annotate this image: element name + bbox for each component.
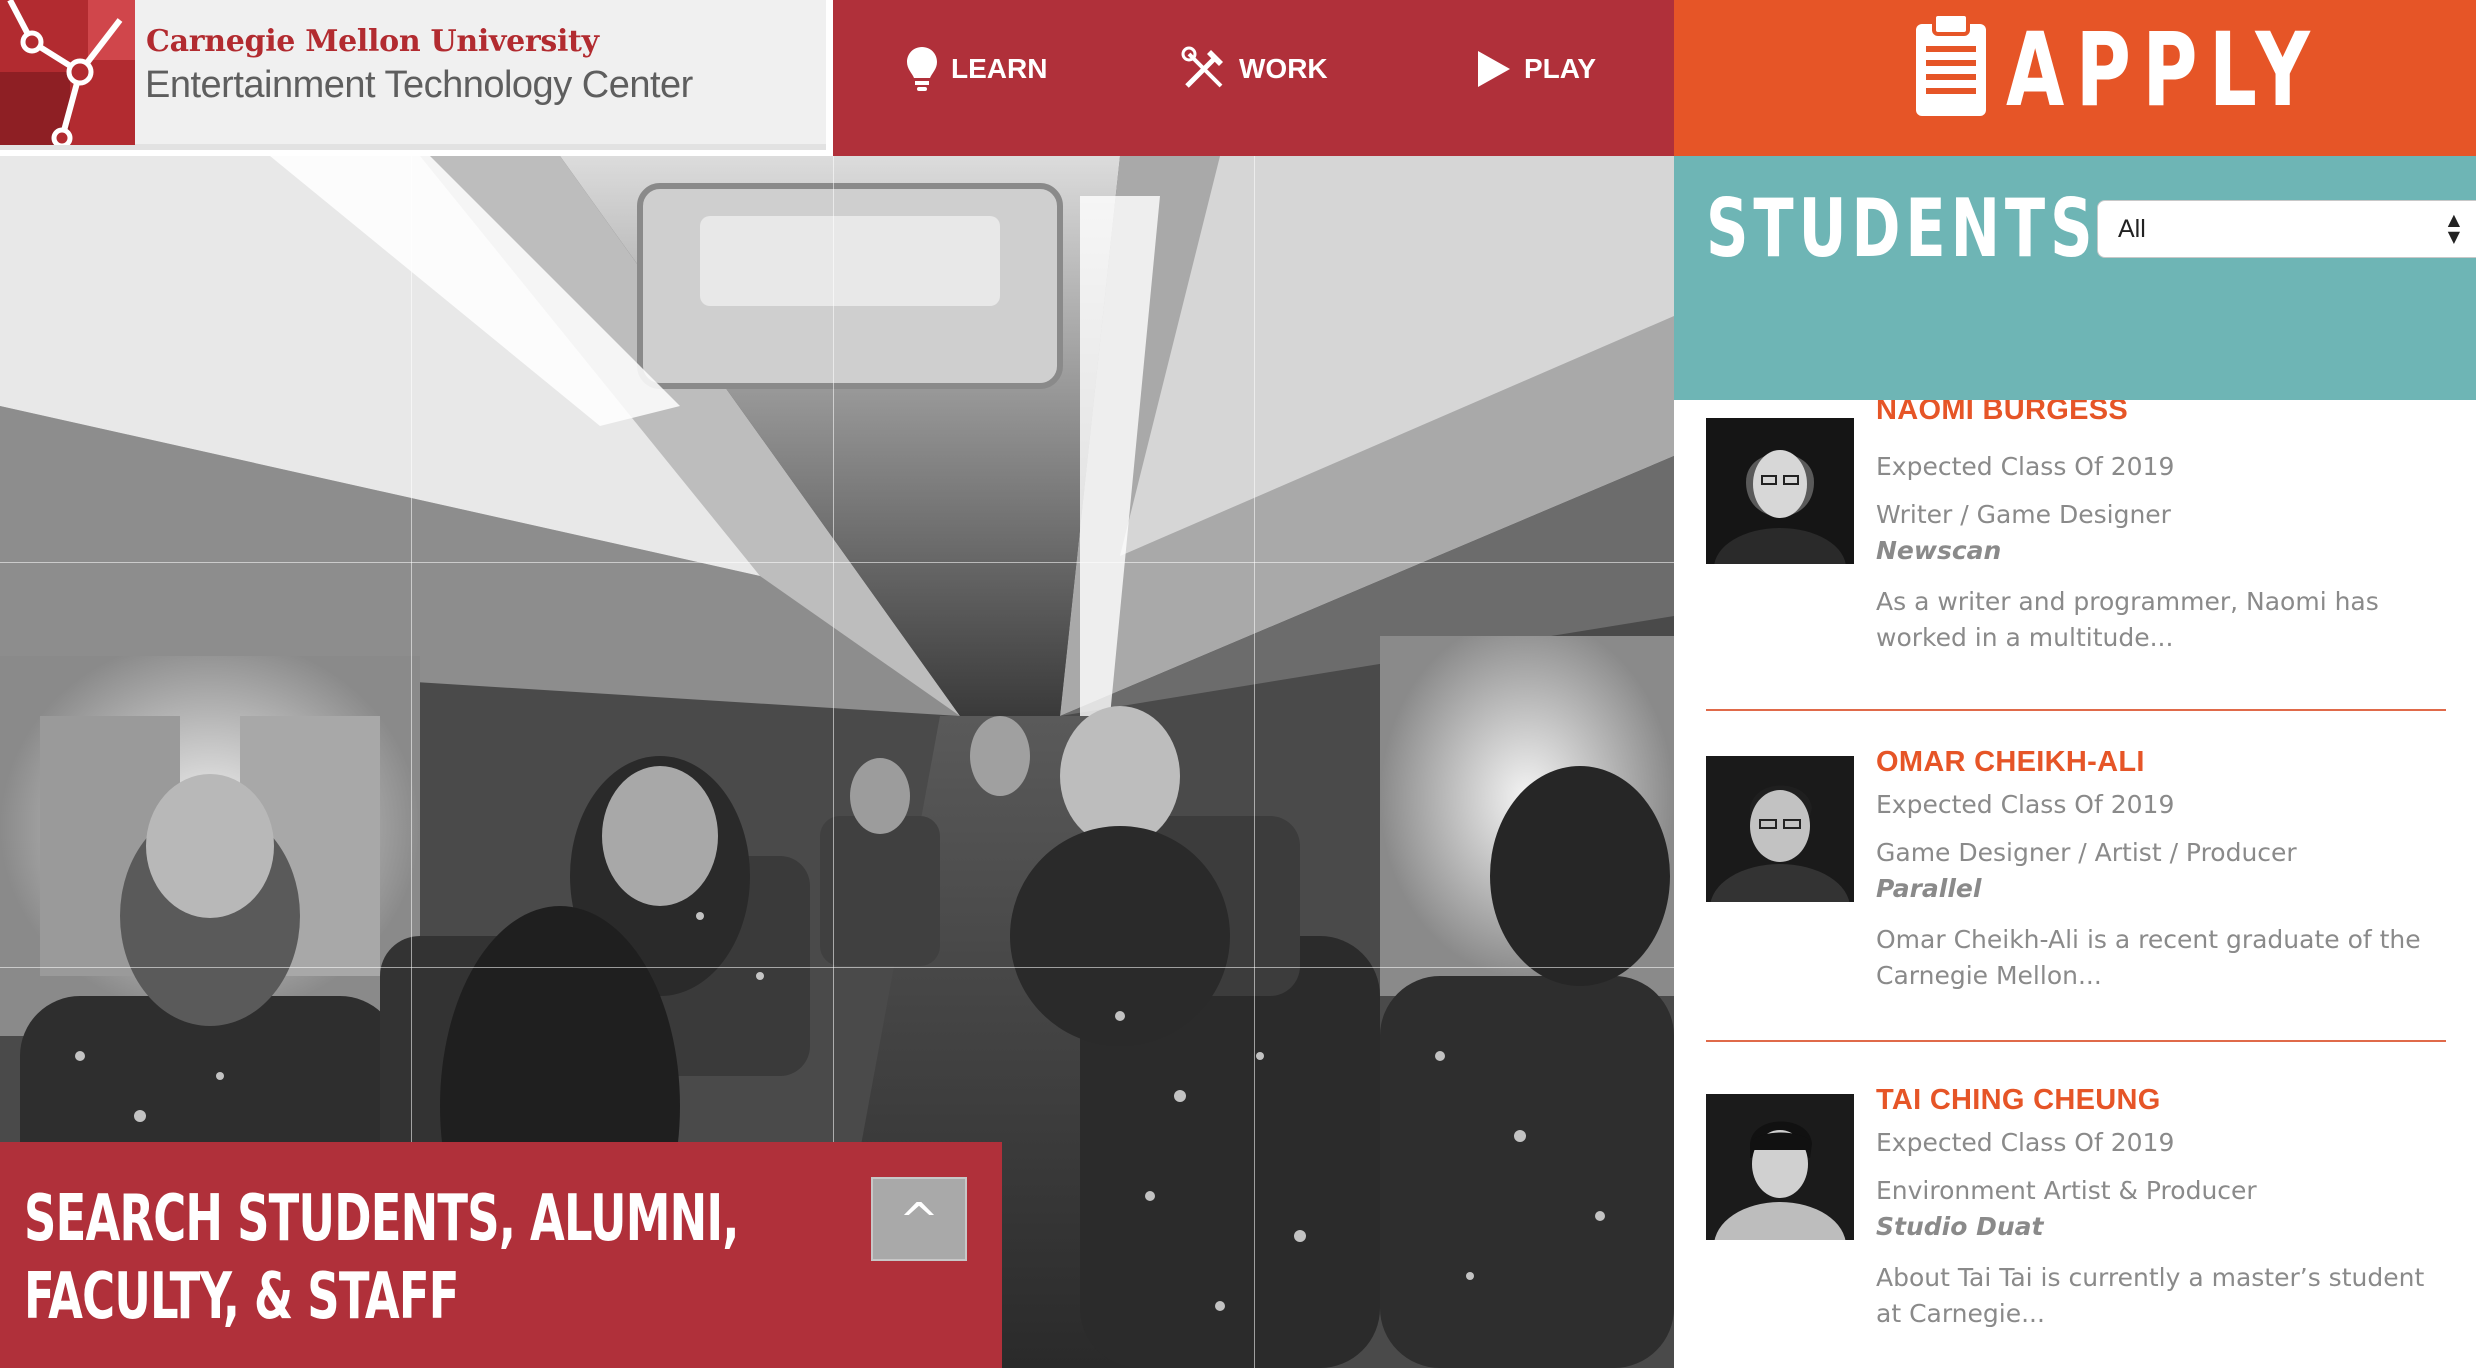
etc-logo[interactable]: Carnegie Mellon University Entertainment… bbox=[0, 0, 826, 150]
student-class-year: Expected Class Of 2019 bbox=[1876, 1128, 2175, 1157]
student-role: Writer / Game Designer bbox=[1876, 500, 2171, 529]
clipboard-icon bbox=[1916, 12, 1986, 116]
student-project: Newscan bbox=[1876, 536, 2002, 565]
university-name: Carnegie Mellon University bbox=[146, 24, 599, 59]
student-card[interactable]: TAI CHING CHEUNG Expected Class Of 2019 … bbox=[1706, 1078, 2446, 1368]
student-card[interactable]: NAOMI BURGESS Expected Class Of 2019 Wri… bbox=[1706, 400, 2446, 711]
student-avatar[interactable] bbox=[1706, 756, 1854, 902]
main-nav: LEARN WORK PLAY bbox=[833, 0, 1674, 156]
student-excerpt: About Tai Tai is currently a master’s st… bbox=[1876, 1260, 2456, 1332]
etc-logo-mark-icon bbox=[0, 0, 135, 145]
student-card[interactable]: OMAR CHEIKH-ALI Expected Class Of 2019 G… bbox=[1706, 740, 2446, 1042]
search-directory-panel[interactable]: SEARCH STUDENTS, ALUMNI, FACULTY, & STAF… bbox=[0, 1142, 1002, 1368]
apply-button[interactable]: APPLY bbox=[1674, 0, 2476, 156]
nav-learn[interactable]: LEARN bbox=[905, 34, 1047, 104]
portrait-icon bbox=[1706, 756, 1854, 902]
portrait-icon bbox=[1706, 418, 1854, 564]
center-name: Entertainment Technology Center bbox=[145, 64, 693, 106]
lightbulb-icon bbox=[907, 47, 937, 91]
student-avatar[interactable] bbox=[1706, 1094, 1854, 1240]
nav-work[interactable]: WORK bbox=[1181, 34, 1328, 104]
tools-icon bbox=[1181, 46, 1223, 88]
search-title-line-2: FACULTY, & STAFF bbox=[24, 1260, 459, 1334]
student-excerpt-line: worked in a multitude... bbox=[1876, 623, 2174, 652]
student-name[interactable]: TAI CHING CHEUNG bbox=[1876, 1084, 2161, 1117]
student-class-year: Expected Class Of 2019 bbox=[1876, 790, 2175, 819]
nav-play[interactable]: PLAY bbox=[1476, 34, 1596, 104]
student-excerpt: As a writer and programmer, Naomi has wo… bbox=[1876, 584, 2456, 656]
student-excerpt-line: at Carnegie... bbox=[1876, 1299, 2045, 1328]
photo-grid-line bbox=[0, 967, 1674, 968]
search-directory-title: SEARCH STUDENTS, ALUMNI, FACULTY, & STAF… bbox=[24, 1180, 739, 1336]
student-role: Game Designer / Artist / Producer bbox=[1876, 838, 2297, 867]
student-project: Studio Duat bbox=[1876, 1212, 2044, 1241]
card-divider bbox=[1706, 1040, 2446, 1042]
students-list[interactable]: NAOMI BURGESS Expected Class Of 2019 Wri… bbox=[1674, 400, 2476, 1368]
students-header: STUDENTS All ▲ ▼ bbox=[1674, 156, 2476, 400]
nav-learn-label: LEARN bbox=[951, 53, 1048, 84]
students-filter-select[interactable]: All ▲ ▼ bbox=[2097, 200, 2476, 258]
card-divider bbox=[1706, 709, 2446, 711]
student-excerpt: Omar Cheikh-Ali is a recent graduate of … bbox=[1876, 922, 2456, 994]
student-class-year: Expected Class Of 2019 bbox=[1876, 452, 2175, 481]
search-title-line-1: SEARCH STUDENTS, ALUMNI, bbox=[24, 1182, 739, 1256]
student-name[interactable]: NAOMI BURGESS bbox=[1876, 400, 2128, 427]
student-excerpt-line: About Tai Tai is currently a master’s st… bbox=[1876, 1263, 2425, 1292]
student-excerpt-line: As a writer and programmer, Naomi has bbox=[1876, 587, 2379, 616]
student-role: Environment Artist & Producer bbox=[1876, 1176, 2257, 1205]
photo-grid-line bbox=[0, 562, 1674, 563]
student-avatar[interactable] bbox=[1706, 418, 1854, 564]
student-name[interactable]: OMAR CHEIKH-ALI bbox=[1876, 746, 2145, 779]
students-title: STUDENTS bbox=[1706, 182, 2098, 275]
photo-grid-line bbox=[1254, 156, 1255, 1368]
nav-play-label: PLAY bbox=[1524, 53, 1597, 84]
portrait-icon bbox=[1706, 1094, 1854, 1240]
expand-search-button[interactable]: ^ bbox=[871, 1177, 967, 1261]
student-project: Parallel bbox=[1876, 874, 1982, 903]
student-excerpt-line: Carnegie Mellon... bbox=[1876, 961, 2102, 990]
nav-work-label: WORK bbox=[1239, 53, 1328, 84]
apply-label: APPLY bbox=[2006, 11, 2322, 130]
play-icon bbox=[1478, 51, 1510, 87]
select-arrows-icon: ▲ ▼ bbox=[2447, 210, 2460, 246]
student-excerpt-line: Omar Cheikh-Ali is a recent graduate of … bbox=[1876, 925, 2421, 954]
filter-selected-value: All bbox=[2118, 215, 2146, 243]
